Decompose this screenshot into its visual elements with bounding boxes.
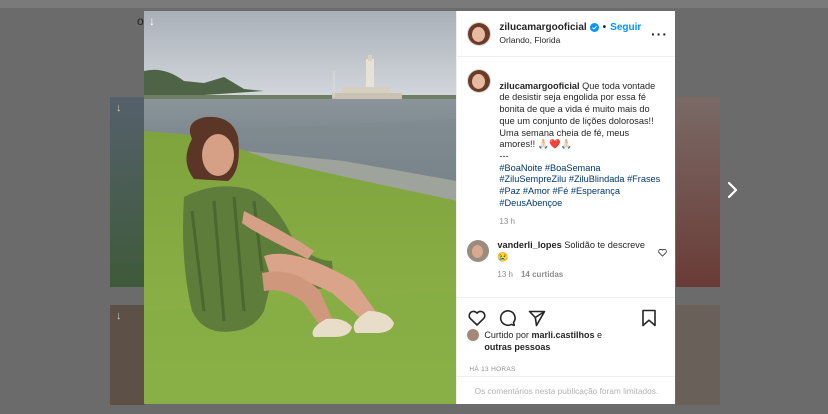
action-bar xyxy=(457,297,676,328)
liked-by-user[interactable]: marli.castilhos xyxy=(531,330,594,340)
verified-badge-icon xyxy=(589,23,599,32)
save-bookmark-icon[interactable] xyxy=(639,308,659,328)
background-thumbnail[interactable] xyxy=(110,97,145,287)
caption-text: Que toda vontade de desistir seja engoli… xyxy=(499,80,656,161)
share-icon[interactable] xyxy=(527,308,547,328)
comments-limited-notice: Os comentários nesta publicação foram li… xyxy=(457,376,676,396)
caption-time: 13 h xyxy=(499,217,515,227)
comment-icon[interactable] xyxy=(497,308,517,328)
multi-photo-icon: ↓ xyxy=(149,14,155,28)
multi-photo-icon: ↓ xyxy=(116,102,122,114)
comment-time: 13 h xyxy=(497,269,513,279)
post-photo[interactable]: ↓ xyxy=(144,11,457,404)
comment-item: vanderli_lopes Solidão te descreve😢 xyxy=(457,240,675,263)
comment-likes[interactable]: 14 curtidas xyxy=(521,270,563,279)
post-sidebar: zilucamargooficial • Seguir Orlando, Flo… xyxy=(456,11,676,404)
multi-photo-icon: ↓ xyxy=(116,310,122,322)
like-comment-icon[interactable] xyxy=(658,244,667,258)
next-post-arrow-icon[interactable] xyxy=(722,180,742,200)
post-header: zilucamargooficial • Seguir Orlando, Flo… xyxy=(457,11,675,57)
post-modal: ↓ zilucamargooficial • Seguir Orlando, F… xyxy=(144,11,676,404)
liked-by-middle: e xyxy=(594,330,602,340)
caption-hashtags[interactable]: #BoaNoite #BoaSemana #ZiluSempreZilu #Zi… xyxy=(499,163,660,208)
liker-avatar[interactable] xyxy=(467,329,480,341)
liked-by-others[interactable]: outras pessoas xyxy=(484,342,550,352)
background-thumbnail[interactable] xyxy=(676,305,720,405)
avatar[interactable] xyxy=(467,69,492,93)
post-timestamp[interactable]: HÁ 13 HORAS xyxy=(469,366,515,373)
background-strip xyxy=(0,0,828,8)
liked-by: Curtido por marli.castilhos e outras pes… xyxy=(467,329,602,353)
background-text: o xyxy=(137,14,144,28)
more-options-icon[interactable]: ··· xyxy=(651,26,667,42)
commenter-username[interactable]: vanderli_lopes xyxy=(497,240,561,250)
post-location[interactable]: Orlando, Florida xyxy=(499,35,651,45)
liked-by-prefix: Curtido por xyxy=(484,330,532,340)
commenter-avatar[interactable] xyxy=(467,240,490,263)
heart-icon[interactable] xyxy=(467,308,487,328)
background-thumbnail[interactable] xyxy=(676,97,720,287)
follow-button[interactable]: Seguir xyxy=(610,22,641,33)
post-caption: zilucamargooficial Que toda vontade de d… xyxy=(457,57,675,209)
comment-meta: 13 h 14 curtidas xyxy=(497,270,675,279)
post-username[interactable]: zilucamargooficial xyxy=(499,22,586,33)
avatar[interactable] xyxy=(467,21,492,46)
caption-username[interactable]: zilucamargooficial xyxy=(499,81,579,91)
separator-dot: • xyxy=(602,22,607,33)
